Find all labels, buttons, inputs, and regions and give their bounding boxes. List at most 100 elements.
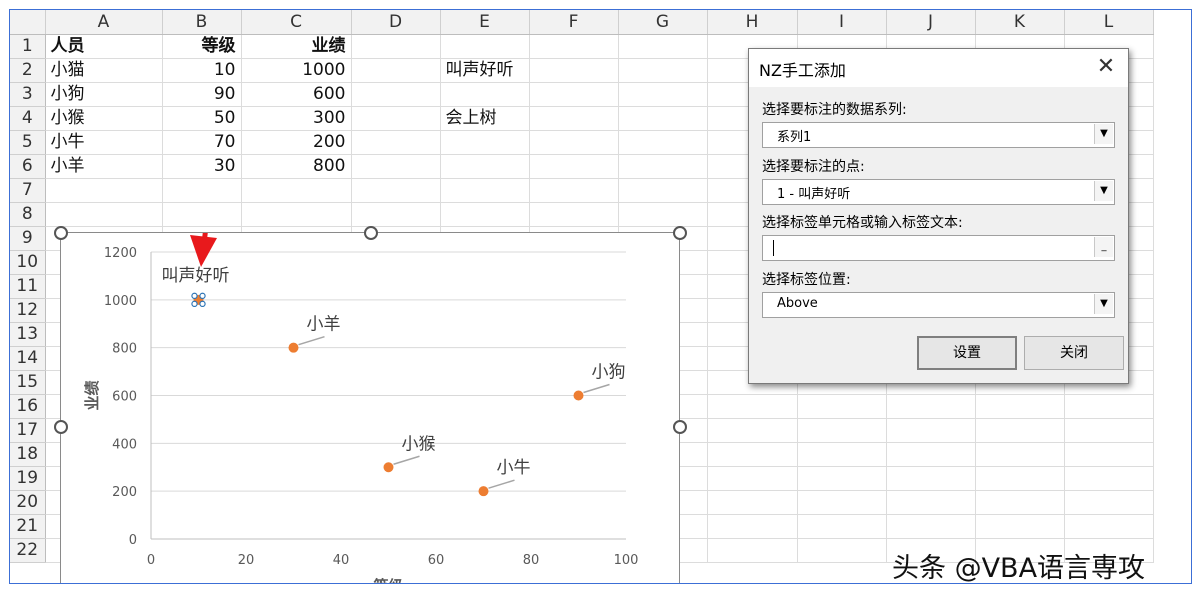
dialog-titlebar[interactable]: NZ手工添加 ✕ — [749, 49, 1128, 87]
resize-handle[interactable] — [673, 420, 687, 434]
column-header-b[interactable]: B — [162, 10, 242, 35]
cell-i20[interactable] — [797, 490, 887, 515]
cell-j21[interactable] — [886, 514, 976, 539]
row-header-16[interactable]: 16 — [10, 394, 46, 419]
row-header-9[interactable]: 9 — [10, 226, 46, 251]
cell-h22[interactable] — [707, 538, 798, 563]
row-header-4[interactable]: 4 — [10, 106, 46, 131]
column-header-l[interactable]: L — [1064, 10, 1154, 35]
cell-e2[interactable]: 叫声好听 — [440, 58, 530, 83]
cell-b5[interactable]: 70 — [162, 130, 242, 155]
cell-l17[interactable] — [1064, 418, 1154, 443]
cell-i16[interactable] — [797, 394, 887, 419]
cell-b2[interactable]: 10 — [162, 58, 242, 83]
cell-c3[interactable]: 600 — [241, 82, 352, 107]
cell-c8[interactable] — [241, 202, 352, 227]
row-header-14[interactable]: 14 — [10, 346, 46, 371]
cell-i18[interactable] — [797, 442, 887, 467]
cell-d6[interactable] — [351, 154, 441, 179]
cell-k19[interactable] — [975, 466, 1065, 491]
cell-f8[interactable] — [529, 202, 619, 227]
column-header-e[interactable]: E — [440, 10, 530, 35]
cell-a7[interactable] — [45, 178, 163, 203]
resize-handle[interactable] — [364, 226, 378, 240]
column-header-j[interactable]: J — [886, 10, 976, 35]
cell-c5[interactable]: 200 — [241, 130, 352, 155]
cell-e1[interactable] — [440, 34, 530, 59]
cell-e6[interactable] — [440, 154, 530, 179]
cell-c4[interactable]: 300 — [241, 106, 352, 131]
row-header-13[interactable]: 13 — [10, 322, 46, 347]
resize-handle[interactable] — [673, 226, 687, 240]
cell-g3[interactable] — [618, 82, 708, 107]
cell-g4[interactable] — [618, 106, 708, 131]
cell-e8[interactable] — [440, 202, 530, 227]
cell-l18[interactable] — [1064, 442, 1154, 467]
cell-g1[interactable] — [618, 34, 708, 59]
row-header-17[interactable]: 17 — [10, 418, 46, 443]
cell-f3[interactable] — [529, 82, 619, 107]
cell-d5[interactable] — [351, 130, 441, 155]
row-header-11[interactable]: 11 — [10, 274, 46, 299]
row-header-2[interactable]: 2 — [10, 58, 46, 83]
cell-k17[interactable] — [975, 418, 1065, 443]
cell-d3[interactable] — [351, 82, 441, 107]
row-header-6[interactable]: 6 — [10, 154, 46, 179]
cell-h21[interactable] — [707, 514, 798, 539]
cell-b8[interactable] — [162, 202, 242, 227]
row-header-10[interactable]: 10 — [10, 250, 46, 275]
row-header-19[interactable]: 19 — [10, 466, 46, 491]
cell-l16[interactable] — [1064, 394, 1154, 419]
cell-j16[interactable] — [886, 394, 976, 419]
cell-f4[interactable] — [529, 106, 619, 131]
label-text-input[interactable]: _ — [762, 235, 1115, 261]
row-header-20[interactable]: 20 — [10, 490, 46, 515]
cell-h17[interactable] — [707, 418, 798, 443]
cell-f6[interactable] — [529, 154, 619, 179]
column-header-c[interactable]: C — [241, 10, 352, 35]
cell-j18[interactable] — [886, 442, 976, 467]
cell-i22[interactable] — [797, 538, 887, 563]
select-all-corner[interactable] — [10, 10, 46, 35]
row-header-21[interactable]: 21 — [10, 514, 46, 539]
column-header-a[interactable]: A — [45, 10, 163, 35]
cell-b7[interactable] — [162, 178, 242, 203]
cell-f7[interactable] — [529, 178, 619, 203]
cell-l20[interactable] — [1064, 490, 1154, 515]
cell-g7[interactable] — [618, 178, 708, 203]
row-header-12[interactable]: 12 — [10, 298, 46, 323]
row-header-22[interactable]: 22 — [10, 538, 46, 563]
cell-g5[interactable] — [618, 130, 708, 155]
chevron-down-icon[interactable]: ▼ — [1094, 294, 1113, 314]
column-header-d[interactable]: D — [351, 10, 441, 35]
cell-e4[interactable]: 会上树 — [440, 106, 530, 131]
resize-handle[interactable] — [54, 420, 68, 434]
cell-g6[interactable] — [618, 154, 708, 179]
column-header-g[interactable]: G — [618, 10, 708, 35]
close-button[interactable]: 关闭 — [1024, 336, 1124, 370]
series-select[interactable]: 系列1 ▼ — [762, 122, 1115, 148]
cell-i21[interactable] — [797, 514, 887, 539]
cell-b3[interactable]: 90 — [162, 82, 242, 107]
cell-e5[interactable] — [440, 130, 530, 155]
cell-c6[interactable]: 800 — [241, 154, 352, 179]
row-header-7[interactable]: 7 — [10, 178, 46, 203]
row-header-3[interactable]: 3 — [10, 82, 46, 107]
cell-h20[interactable] — [707, 490, 798, 515]
cell-k21[interactable] — [975, 514, 1065, 539]
cell-j19[interactable] — [886, 466, 976, 491]
chevron-down-icon[interactable]: ▼ — [1094, 181, 1113, 201]
column-header-h[interactable]: H — [707, 10, 798, 35]
column-header-k[interactable]: K — [975, 10, 1065, 35]
cell-h18[interactable] — [707, 442, 798, 467]
cell-e7[interactable] — [440, 178, 530, 203]
column-header-f[interactable]: F — [529, 10, 619, 35]
resize-handle[interactable] — [54, 226, 68, 240]
cell-h19[interactable] — [707, 466, 798, 491]
cell-b1[interactable]: 等级 — [162, 34, 242, 59]
cell-a2[interactable]: 小猫 — [45, 58, 163, 83]
cell-k16[interactable] — [975, 394, 1065, 419]
cell-c1[interactable]: 业绩 — [241, 34, 352, 59]
close-icon[interactable]: ✕ — [1084, 49, 1128, 87]
cell-f5[interactable] — [529, 130, 619, 155]
